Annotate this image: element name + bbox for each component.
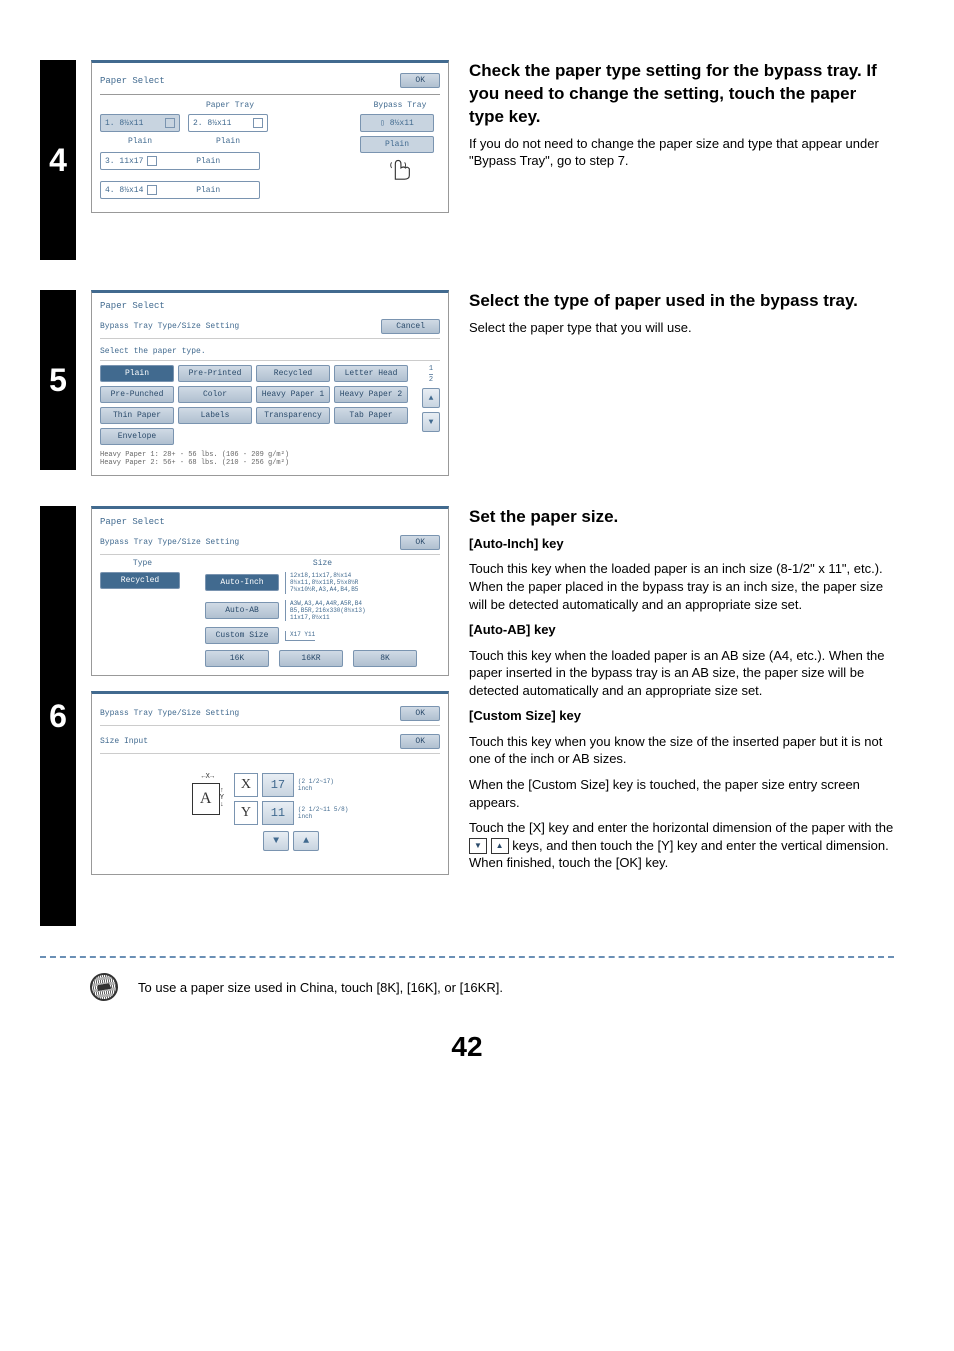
type-preprinted[interactable]: Pre-Printed: [178, 365, 252, 382]
note-heavy2: Heavy Paper 2: 56+ - 68 lbs. (210 - 256 …: [100, 459, 440, 467]
auto-ab-sizes: A3W,A3,A4,A4R,A5R,B4 B5,B5R,216x330(8½x1…: [285, 600, 366, 622]
up-arrow-button[interactable]: ▲: [293, 831, 319, 851]
step-number: 4: [40, 60, 76, 260]
step-5: 5 Paper Select Bypass Tray Type/Size Set…: [40, 290, 894, 476]
step-body: If you do not need to change the paper s…: [469, 135, 894, 170]
y-value: 11: [262, 801, 294, 825]
tip-text: To use a paper size used in China, touch…: [138, 980, 503, 995]
type-recycled-selected[interactable]: Recycled: [100, 572, 180, 589]
type-tab[interactable]: Tab Paper: [334, 407, 408, 424]
step-number: 5: [40, 290, 76, 470]
type-prepunched[interactable]: Pre-Punched: [100, 386, 174, 403]
note-heavy1: Heavy Paper 1: 28+ - 56 lbs. (106 - 209 …: [100, 451, 440, 459]
x-button[interactable]: X: [234, 773, 258, 797]
tray-icon: [147, 185, 157, 195]
type-thin[interactable]: Thin Paper: [100, 407, 174, 424]
pager: 12 ▲ ▼: [422, 365, 440, 445]
step-4: 4 Paper Select OK Paper Tray 1. 8½x11: [40, 60, 894, 260]
cancel-button[interactable]: Cancel: [381, 319, 440, 334]
screen-size-input: Bypass Tray Type/Size Setting OK Size In…: [91, 691, 449, 875]
size-input-label: Size Input: [100, 737, 148, 746]
down-arrow-icon: ▼: [469, 838, 487, 854]
type-heavy1[interactable]: Heavy Paper 1: [256, 386, 330, 403]
up-arrow-icon: ▲: [491, 838, 509, 854]
screen-size-setting: Paper Select Bypass Tray Type/Size Setti…: [91, 506, 449, 676]
page-down-button[interactable]: ▼: [422, 412, 440, 432]
type-label: Type: [100, 559, 185, 568]
16k-button[interactable]: 16K: [205, 650, 269, 667]
touch-hand-icon: [386, 153, 414, 181]
paper-diagram: ←X→ A↑Y↓: [192, 773, 224, 851]
down-arrow-button[interactable]: ▼: [263, 831, 289, 851]
bypass-size[interactable]: ▯ 8½x11: [360, 114, 434, 132]
screen-title: Paper Select: [100, 517, 440, 531]
bypass-type-button[interactable]: Plain: [360, 136, 434, 153]
auto-inch-button[interactable]: Auto-Inch: [205, 574, 279, 591]
screen-title: Paper Select: [100, 301, 440, 315]
step-heading: Set the paper size.: [469, 506, 894, 529]
custom-desc-1: Touch this key when you know the size of…: [469, 733, 894, 768]
type-letterhead[interactable]: Letter Head: [334, 365, 408, 382]
note-icon: [88, 971, 120, 1003]
y-button[interactable]: Y: [234, 801, 258, 825]
screen-subtitle: Bypass Tray Type/Size Setting: [100, 538, 239, 547]
auto-ab-button[interactable]: Auto-AB: [205, 602, 279, 619]
custom-desc-2: When the [Custom Size] key is touched, t…: [469, 776, 894, 811]
screen-paper-select: Paper Select OK Paper Tray 1. 8½x11 Plai…: [91, 60, 449, 213]
step-number: 6: [40, 506, 76, 926]
x-range: (2 1/2~17) inch: [298, 778, 334, 792]
type-labels[interactable]: Labels: [178, 407, 252, 424]
tray-icon: [165, 118, 175, 128]
tray-1[interactable]: 1. 8½x11: [100, 114, 180, 132]
8k-button[interactable]: 8K: [353, 650, 417, 667]
bypass-tray-label: Bypass Tray: [360, 101, 440, 110]
16kr-button[interactable]: 16KR: [279, 650, 343, 667]
page-number: 42: [40, 1031, 894, 1063]
tray-icon: [253, 118, 263, 128]
ok-button[interactable]: OK: [400, 535, 440, 550]
tip-row: To use a paper size used in China, touch…: [40, 973, 894, 1001]
screen-subtitle: Bypass Tray Type/Size Setting: [100, 322, 239, 331]
tray-icon: [147, 156, 157, 166]
type-recycled[interactable]: Recycled: [256, 365, 330, 382]
type-color[interactable]: Color: [178, 386, 252, 403]
step-heading: Select the type of paper used in the byp…: [469, 290, 894, 313]
ok-button[interactable]: OK: [400, 73, 440, 88]
custom-size-button[interactable]: Custom Size: [205, 627, 279, 644]
ok-button-inner[interactable]: OK: [400, 734, 440, 749]
y-range: (2 1/2~11 5/8) inch: [298, 806, 348, 820]
auto-inch-desc: Touch this key when the loaded paper is …: [469, 560, 894, 613]
screen-subtitle: Bypass Tray Type/Size Setting: [100, 709, 239, 718]
size-label: Size: [205, 559, 440, 568]
step-6: 6 Paper Select Bypass Tray Type/Size Set…: [40, 506, 894, 926]
auto-inch-sizes: 12x18,11x17,8½x14 8½x11,8½x11R,5½x8½R 7¼…: [285, 572, 358, 594]
page-up-button[interactable]: ▲: [422, 388, 440, 408]
tray-2[interactable]: 2. 8½x11: [188, 114, 268, 132]
step-body: Select the paper type that you will use.: [469, 319, 894, 337]
tray-4[interactable]: 4. 8½x14Plain: [100, 181, 260, 199]
type-plain[interactable]: Plain: [100, 365, 174, 382]
auto-inch-key-label: [Auto-Inch] key: [469, 536, 564, 551]
tray-3[interactable]: 3. 11x17Plain: [100, 152, 260, 170]
type-heavy2[interactable]: Heavy Paper 2: [334, 386, 408, 403]
ok-button[interactable]: OK: [400, 706, 440, 721]
custom-desc-3: Touch the [X] key and enter the horizont…: [469, 819, 894, 872]
prompt-text: Select the paper type.: [100, 343, 440, 361]
screen-type-setting: Paper Select Bypass Tray Type/Size Setti…: [91, 290, 449, 476]
custom-size-value: X17 Y11: [285, 631, 315, 641]
type-envelope[interactable]: Envelope: [100, 428, 174, 445]
step-heading: Check the paper type setting for the byp…: [469, 60, 894, 129]
paper-type-grid: Plain Pre-Printed Recycled Letter Head P…: [100, 365, 418, 445]
x-value: 17: [262, 773, 294, 797]
auto-ab-desc: Touch this key when the loaded paper is …: [469, 647, 894, 700]
screen-title: Paper Select: [100, 76, 165, 86]
separator: [40, 956, 894, 958]
custom-key-label: [Custom Size] key: [469, 708, 581, 723]
auto-ab-key-label: [Auto-AB] key: [469, 622, 556, 637]
type-transparency[interactable]: Transparency: [256, 407, 330, 424]
paper-tray-label: Paper Tray: [100, 101, 360, 110]
